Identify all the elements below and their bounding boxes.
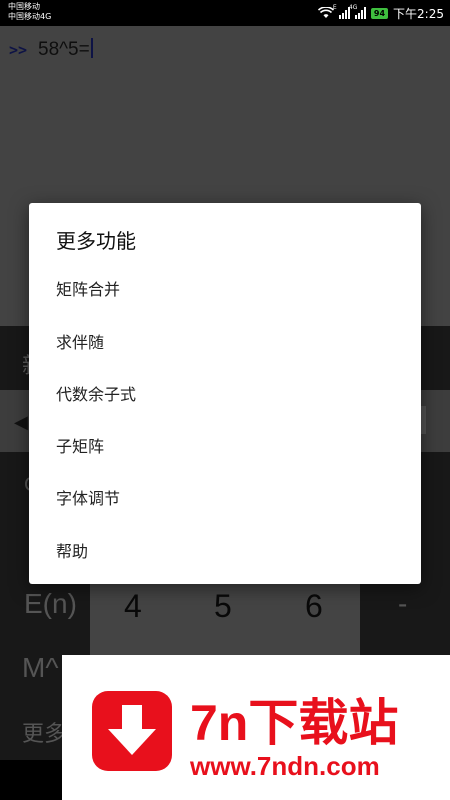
watermark-url: www.7ndn.com [190, 751, 380, 781]
carrier-line-1: 中国移动 [8, 2, 40, 11]
signal-type-1: E [332, 4, 337, 11]
menu-item-submatrix[interactable]: 子矩阵 [29, 419, 421, 471]
wifi-icon [317, 7, 334, 18]
battery-icon: 94 [370, 7, 389, 19]
menu-item-label: 帮助 [56, 542, 89, 561]
dialog-title: 更多功能 [56, 229, 136, 253]
menu-item-label: 字体调节 [56, 489, 121, 508]
menu-item-label: 矩阵合并 [56, 280, 121, 299]
menu-item-font-size[interactable]: 字体调节 [29, 471, 421, 523]
menu-item-matrix-merge[interactable]: 矩阵合并 [29, 262, 421, 314]
clock: 下午2:25 [393, 6, 444, 21]
watermark-title: 7n下载站 [190, 695, 399, 751]
status-icons: E 4G 94 下午2:25 [317, 4, 444, 21]
bottom-strip [0, 760, 62, 800]
watermark: 7n下载站 www.7ndn.com [62, 655, 450, 800]
menu-item-label: 子矩阵 [56, 437, 105, 456]
menu-item-adjugate[interactable]: 求伴随 [29, 315, 421, 367]
signal-type-2: 4G [348, 4, 358, 11]
menu-item-cofactor[interactable]: 代数余子式 [29, 367, 421, 419]
carrier-line-2: 中国移动4G [8, 12, 52, 21]
menu-item-label: 求伴随 [56, 333, 105, 352]
status-bar: 中国移动 中国移动4G E 4G 94 下午2:25 [0, 0, 450, 26]
signal-strength-icon-2: 4G [349, 4, 366, 19]
carrier-info: 中国移动 中国移动4G [8, 2, 51, 22]
menu-item-label: 代数余子式 [56, 385, 137, 404]
download-logo-icon [92, 691, 172, 771]
more-functions-dialog: 更多功能 矩阵合并 求伴随 代数余子式 子矩阵 字体调节 帮助 [29, 203, 421, 584]
menu-item-help[interactable]: 帮助 [29, 524, 421, 576]
